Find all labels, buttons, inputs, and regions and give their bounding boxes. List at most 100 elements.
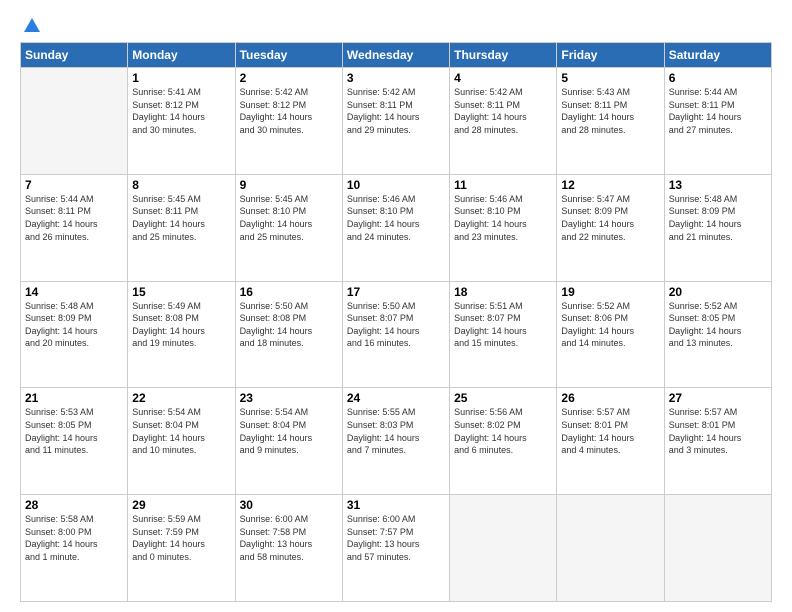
calendar-cell: 23Sunrise: 5:54 AM Sunset: 8:04 PM Dayli… — [235, 388, 342, 495]
day-info: Sunrise: 5:42 AM Sunset: 8:11 PM Dayligh… — [454, 86, 552, 136]
calendar-cell: 8Sunrise: 5:45 AM Sunset: 8:11 PM Daylig… — [128, 174, 235, 281]
day-info: Sunrise: 5:45 AM Sunset: 8:10 PM Dayligh… — [240, 193, 338, 243]
day-number: 15 — [132, 285, 230, 299]
calendar-cell: 25Sunrise: 5:56 AM Sunset: 8:02 PM Dayli… — [450, 388, 557, 495]
day-number: 20 — [669, 285, 767, 299]
day-number: 5 — [561, 71, 659, 85]
calendar-table: SundayMondayTuesdayWednesdayThursdayFrid… — [20, 42, 772, 602]
week-row-1: 1Sunrise: 5:41 AM Sunset: 8:12 PM Daylig… — [21, 68, 772, 175]
day-number: 27 — [669, 391, 767, 405]
page: SundayMondayTuesdayWednesdayThursdayFrid… — [0, 0, 792, 612]
day-number: 22 — [132, 391, 230, 405]
day-number: 28 — [25, 498, 123, 512]
calendar-cell: 16Sunrise: 5:50 AM Sunset: 8:08 PM Dayli… — [235, 281, 342, 388]
day-number: 17 — [347, 285, 445, 299]
calendar-cell: 3Sunrise: 5:42 AM Sunset: 8:11 PM Daylig… — [342, 68, 449, 175]
calendar-header-row: SundayMondayTuesdayWednesdayThursdayFrid… — [21, 43, 772, 68]
calendar-cell: 1Sunrise: 5:41 AM Sunset: 8:12 PM Daylig… — [128, 68, 235, 175]
calendar-cell: 22Sunrise: 5:54 AM Sunset: 8:04 PM Dayli… — [128, 388, 235, 495]
day-header-tuesday: Tuesday — [235, 43, 342, 68]
day-number: 25 — [454, 391, 552, 405]
day-number: 16 — [240, 285, 338, 299]
day-info: Sunrise: 5:57 AM Sunset: 8:01 PM Dayligh… — [669, 406, 767, 456]
day-info: Sunrise: 5:53 AM Sunset: 8:05 PM Dayligh… — [25, 406, 123, 456]
day-number: 23 — [240, 391, 338, 405]
day-info: Sunrise: 5:46 AM Sunset: 8:10 PM Dayligh… — [454, 193, 552, 243]
day-info: Sunrise: 5:42 AM Sunset: 8:12 PM Dayligh… — [240, 86, 338, 136]
day-number: 31 — [347, 498, 445, 512]
day-number: 7 — [25, 178, 123, 192]
logo — [20, 16, 42, 34]
calendar-cell — [557, 495, 664, 602]
day-number: 3 — [347, 71, 445, 85]
calendar-cell: 18Sunrise: 5:51 AM Sunset: 8:07 PM Dayli… — [450, 281, 557, 388]
day-info: Sunrise: 5:54 AM Sunset: 8:04 PM Dayligh… — [240, 406, 338, 456]
calendar-cell: 6Sunrise: 5:44 AM Sunset: 8:11 PM Daylig… — [664, 68, 771, 175]
calendar-cell: 15Sunrise: 5:49 AM Sunset: 8:08 PM Dayli… — [128, 281, 235, 388]
week-row-2: 7Sunrise: 5:44 AM Sunset: 8:11 PM Daylig… — [21, 174, 772, 281]
day-info: Sunrise: 5:54 AM Sunset: 8:04 PM Dayligh… — [132, 406, 230, 456]
calendar-cell: 12Sunrise: 5:47 AM Sunset: 8:09 PM Dayli… — [557, 174, 664, 281]
day-number: 18 — [454, 285, 552, 299]
week-row-3: 14Sunrise: 5:48 AM Sunset: 8:09 PM Dayli… — [21, 281, 772, 388]
day-header-sunday: Sunday — [21, 43, 128, 68]
calendar-cell — [664, 495, 771, 602]
logo-text — [20, 16, 42, 36]
day-info: Sunrise: 6:00 AM Sunset: 7:57 PM Dayligh… — [347, 513, 445, 563]
calendar-cell: 14Sunrise: 5:48 AM Sunset: 8:09 PM Dayli… — [21, 281, 128, 388]
day-number: 24 — [347, 391, 445, 405]
calendar-cell — [21, 68, 128, 175]
calendar-cell: 21Sunrise: 5:53 AM Sunset: 8:05 PM Dayli… — [21, 388, 128, 495]
header — [20, 16, 772, 34]
calendar-cell: 31Sunrise: 6:00 AM Sunset: 7:57 PM Dayli… — [342, 495, 449, 602]
day-number: 12 — [561, 178, 659, 192]
day-header-thursday: Thursday — [450, 43, 557, 68]
day-info: Sunrise: 5:48 AM Sunset: 8:09 PM Dayligh… — [669, 193, 767, 243]
calendar-cell: 30Sunrise: 6:00 AM Sunset: 7:58 PM Dayli… — [235, 495, 342, 602]
day-number: 14 — [25, 285, 123, 299]
day-number: 1 — [132, 71, 230, 85]
calendar-cell — [450, 495, 557, 602]
calendar-cell: 13Sunrise: 5:48 AM Sunset: 8:09 PM Dayli… — [664, 174, 771, 281]
day-info: Sunrise: 5:44 AM Sunset: 8:11 PM Dayligh… — [669, 86, 767, 136]
day-header-friday: Friday — [557, 43, 664, 68]
day-info: Sunrise: 5:56 AM Sunset: 8:02 PM Dayligh… — [454, 406, 552, 456]
day-info: Sunrise: 5:51 AM Sunset: 8:07 PM Dayligh… — [454, 300, 552, 350]
day-number: 8 — [132, 178, 230, 192]
day-info: Sunrise: 6:00 AM Sunset: 7:58 PM Dayligh… — [240, 513, 338, 563]
day-info: Sunrise: 5:47 AM Sunset: 8:09 PM Dayligh… — [561, 193, 659, 243]
day-number: 4 — [454, 71, 552, 85]
day-info: Sunrise: 5:58 AM Sunset: 8:00 PM Dayligh… — [25, 513, 123, 563]
day-info: Sunrise: 5:42 AM Sunset: 8:11 PM Dayligh… — [347, 86, 445, 136]
week-row-4: 21Sunrise: 5:53 AM Sunset: 8:05 PM Dayli… — [21, 388, 772, 495]
day-number: 26 — [561, 391, 659, 405]
day-info: Sunrise: 5:50 AM Sunset: 8:07 PM Dayligh… — [347, 300, 445, 350]
day-info: Sunrise: 5:48 AM Sunset: 8:09 PM Dayligh… — [25, 300, 123, 350]
day-number: 11 — [454, 178, 552, 192]
day-header-monday: Monday — [128, 43, 235, 68]
day-number: 9 — [240, 178, 338, 192]
calendar-cell: 29Sunrise: 5:59 AM Sunset: 7:59 PM Dayli… — [128, 495, 235, 602]
day-info: Sunrise: 5:46 AM Sunset: 8:10 PM Dayligh… — [347, 193, 445, 243]
calendar-cell: 10Sunrise: 5:46 AM Sunset: 8:10 PM Dayli… — [342, 174, 449, 281]
day-info: Sunrise: 5:57 AM Sunset: 8:01 PM Dayligh… — [561, 406, 659, 456]
week-row-5: 28Sunrise: 5:58 AM Sunset: 8:00 PM Dayli… — [21, 495, 772, 602]
calendar-cell: 7Sunrise: 5:44 AM Sunset: 8:11 PM Daylig… — [21, 174, 128, 281]
calendar-cell: 19Sunrise: 5:52 AM Sunset: 8:06 PM Dayli… — [557, 281, 664, 388]
calendar-cell: 9Sunrise: 5:45 AM Sunset: 8:10 PM Daylig… — [235, 174, 342, 281]
day-info: Sunrise: 5:41 AM Sunset: 8:12 PM Dayligh… — [132, 86, 230, 136]
calendar-cell: 28Sunrise: 5:58 AM Sunset: 8:00 PM Dayli… — [21, 495, 128, 602]
calendar-cell: 27Sunrise: 5:57 AM Sunset: 8:01 PM Dayli… — [664, 388, 771, 495]
day-info: Sunrise: 5:50 AM Sunset: 8:08 PM Dayligh… — [240, 300, 338, 350]
day-info: Sunrise: 5:45 AM Sunset: 8:11 PM Dayligh… — [132, 193, 230, 243]
day-number: 21 — [25, 391, 123, 405]
calendar-cell: 26Sunrise: 5:57 AM Sunset: 8:01 PM Dayli… — [557, 388, 664, 495]
day-number: 29 — [132, 498, 230, 512]
calendar-cell: 20Sunrise: 5:52 AM Sunset: 8:05 PM Dayli… — [664, 281, 771, 388]
day-number: 2 — [240, 71, 338, 85]
calendar-cell: 17Sunrise: 5:50 AM Sunset: 8:07 PM Dayli… — [342, 281, 449, 388]
day-number: 19 — [561, 285, 659, 299]
day-number: 30 — [240, 498, 338, 512]
day-info: Sunrise: 5:43 AM Sunset: 8:11 PM Dayligh… — [561, 86, 659, 136]
calendar-cell: 5Sunrise: 5:43 AM Sunset: 8:11 PM Daylig… — [557, 68, 664, 175]
